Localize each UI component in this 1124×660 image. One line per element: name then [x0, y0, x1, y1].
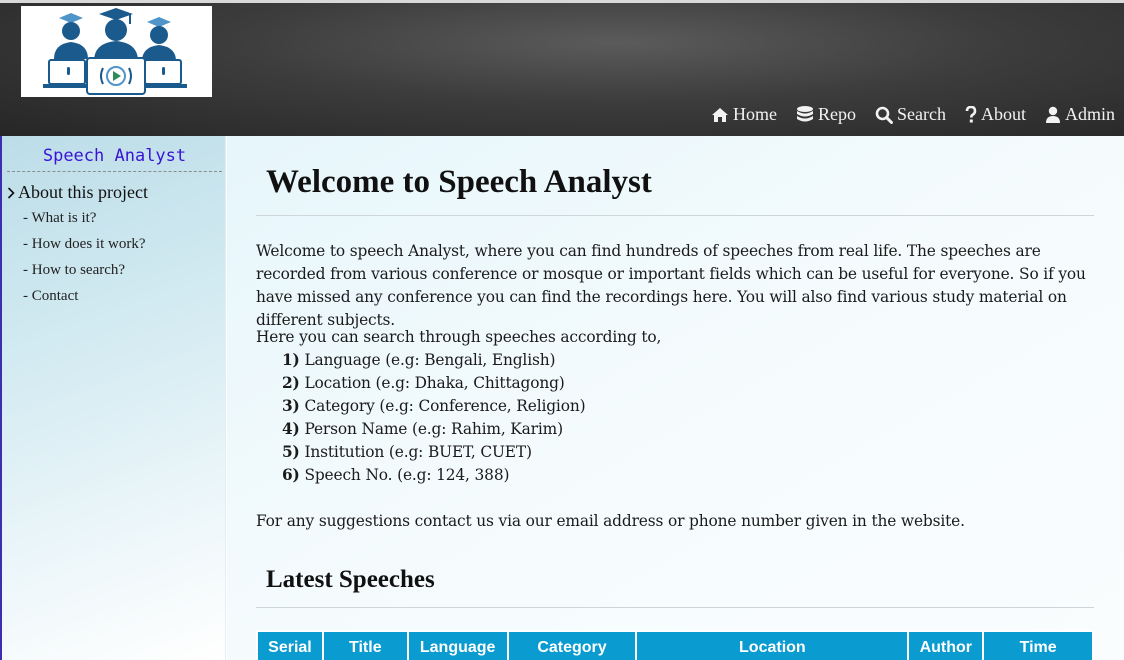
- students-speech-logo: [43, 8, 187, 95]
- criteria-item: 2) Location (e.g: Dhaka, Chittagong): [282, 374, 565, 392]
- home-icon: [711, 107, 729, 123]
- nav-repo-label: Repo: [818, 104, 856, 124]
- col-language[interactable]: Language: [406, 630, 509, 660]
- criteria-item: 6) Speech No. (e.g: 124, 388): [282, 466, 510, 484]
- sidebar-title: Speech Analyst: [7, 146, 222, 172]
- nav-about[interactable]: About: [965, 104, 1026, 125]
- search-criteria-list: 1) Language (e.g: Bengali, English) 2) L…: [282, 349, 586, 487]
- chevron-right-icon: [7, 186, 15, 199]
- sidebar-section[interactable]: About this project: [7, 182, 225, 203]
- nav-admin-label: Admin: [1064, 104, 1115, 124]
- sidebar-item-how-to-search[interactable]: - How to search?: [23, 261, 225, 287]
- criteria-item: 4) Person Name (e.g: Rahim, Karim): [282, 420, 563, 438]
- site-logo[interactable]: [21, 6, 212, 97]
- latest-divider: [256, 607, 1094, 608]
- criteria-item: 3) Category (e.g: Conference, Religion): [282, 397, 586, 415]
- nav-repo[interactable]: Repo: [796, 104, 856, 125]
- site-header: Home Repo Search About Admin: [0, 0, 1124, 136]
- nav-admin[interactable]: Admin: [1045, 104, 1115, 125]
- criteria-item: 5) Institution (e.g: BUET, CUET): [282, 443, 532, 461]
- col-author[interactable]: Author: [907, 630, 985, 660]
- nav-home-label: Home: [733, 104, 777, 124]
- sidebar-section-label: About this project: [18, 182, 148, 202]
- database-icon: [796, 105, 814, 125]
- intro-paragraph: Welcome to speech Analyst, where you can…: [256, 242, 1086, 329]
- col-location[interactable]: Location: [635, 630, 910, 660]
- latest-speeches-title: Latest Speeches: [266, 566, 435, 593]
- sidebar-list: - What is it? - How does it work? - How …: [23, 209, 225, 313]
- question-icon: [965, 105, 977, 124]
- nav-search[interactable]: Search: [875, 104, 946, 125]
- criteria-item: 1) Language (e.g: Bengali, English): [282, 351, 556, 369]
- sidebar-item-how-it-works[interactable]: - How does it work?: [23, 235, 225, 261]
- latest-speeches-table: Serial Title Language Category Location …: [256, 630, 1094, 660]
- table-header-row: Serial Title Language Category Location …: [256, 630, 1094, 660]
- title-divider: [256, 215, 1094, 216]
- user-icon: [1045, 106, 1061, 124]
- search-icon: [875, 106, 893, 124]
- nav-about-label: About: [980, 104, 1026, 124]
- nav-home[interactable]: Home: [711, 104, 777, 125]
- col-title[interactable]: Title: [321, 630, 409, 660]
- col-time[interactable]: Time: [982, 630, 1094, 660]
- col-serial[interactable]: Serial: [256, 630, 324, 660]
- search-intro: Here you can search through speeches acc…: [256, 328, 662, 346]
- page-title: Welcome to Speech Analyst: [266, 164, 652, 200]
- sidebar-item-what-is-it[interactable]: - What is it?: [23, 209, 225, 235]
- nav-search-label: Search: [897, 104, 946, 124]
- sidebar: Speech Analyst About this project - What…: [0, 136, 226, 660]
- sidebar-item-contact[interactable]: - Contact: [23, 287, 225, 313]
- main-content: Welcome to Speech Analyst Welcome to spe…: [227, 136, 1124, 660]
- contact-note: For any suggestions contact us via our e…: [256, 512, 965, 530]
- main-nav: Home Repo Search About Admin: [692, 104, 1115, 125]
- col-category[interactable]: Category: [506, 630, 638, 660]
